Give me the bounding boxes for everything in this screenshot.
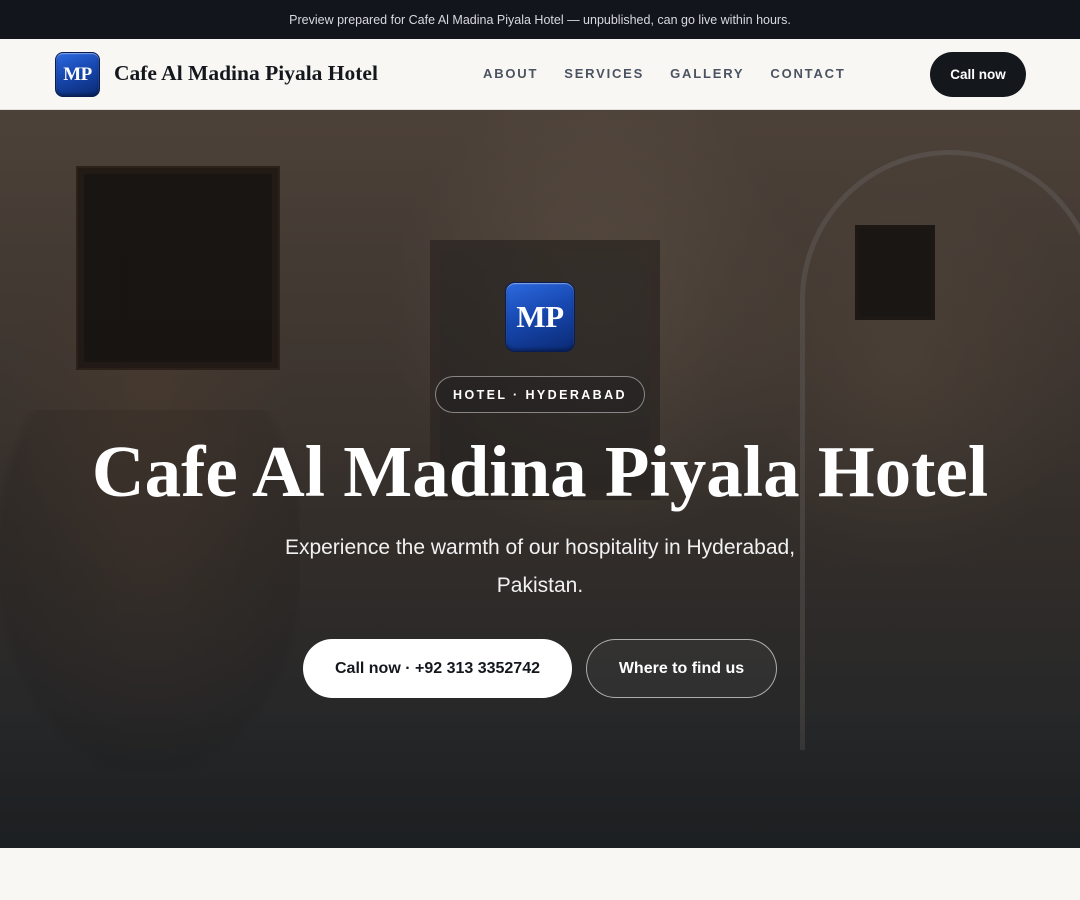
header-call-now-button[interactable]: Call now [930, 52, 1026, 97]
next-section [0, 848, 1080, 900]
main-nav: ABOUT SERVICES GALLERY CONTACT [483, 66, 872, 81]
nav-link-about[interactable]: ABOUT [483, 66, 538, 81]
hero-logo-text: MP [516, 299, 564, 334]
site-header: MP Cafe Al Madina Piyala Hotel ABOUT SER… [0, 39, 1080, 110]
brand-logo-text: MP [63, 63, 92, 85]
hero-category-tag: HOTEL · HYDERABAD [435, 376, 645, 413]
preview-banner-text: Preview prepared for Cafe Al Madina Piya… [289, 12, 791, 27]
nav-link-contact[interactable]: CONTACT [770, 66, 845, 81]
hero-call-now-button[interactable]: Call now · +92 313 3352742 [303, 639, 572, 698]
brand-name[interactable]: Cafe Al Madina Piyala Hotel [114, 61, 378, 86]
hero-where-to-find-us-button[interactable]: Where to find us [586, 639, 777, 698]
hero-logo-icon: MP [505, 282, 575, 352]
hero-section: MP HOTEL · HYDERABAD Cafe Al Madina Piya… [0, 110, 1080, 848]
hero-subtitle: Experience the warmth of our hospitality… [284, 536, 796, 597]
nav-link-gallery[interactable]: GALLERY [670, 66, 744, 81]
preview-banner: Preview prepared for Cafe Al Madina Piya… [0, 0, 1080, 39]
nav-link-services[interactable]: SERVICES [564, 66, 644, 81]
brand-logo-icon[interactable]: MP [55, 52, 100, 97]
hero-title: Cafe Al Madina Piyala Hotel [91, 431, 989, 512]
